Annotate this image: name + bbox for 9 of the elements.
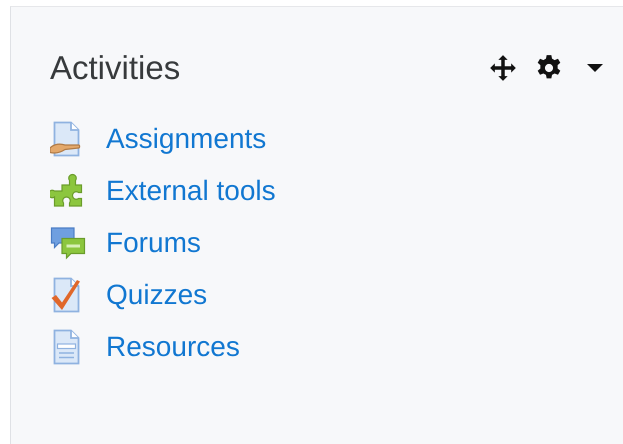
panel-title: Activities — [50, 49, 180, 87]
activity-link[interactable]: Assignments — [106, 123, 266, 155]
activity-link[interactable]: Forums — [106, 227, 201, 259]
activity-link[interactable]: External tools — [106, 175, 276, 207]
activity-link[interactable]: Resources — [106, 331, 240, 363]
move-icon[interactable] — [489, 54, 517, 82]
activity-link[interactable]: Quizzes — [106, 279, 208, 311]
speech-bubbles-icon — [50, 225, 86, 261]
caret-icon[interactable] — [587, 63, 603, 73]
